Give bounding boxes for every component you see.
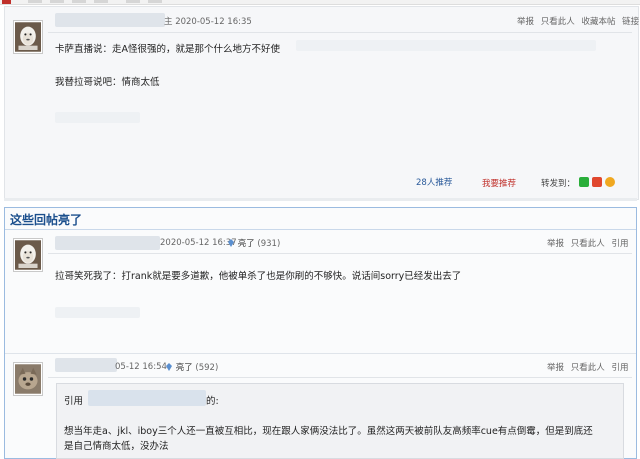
top-tab[interactable] [50,0,64,3]
report-link[interactable]: 举报 [547,363,564,373]
blurred-text [296,40,596,51]
light-badge[interactable]: 亮了 (592) [165,361,218,373]
quote-prefix: 引用 [64,396,84,407]
post-divider [4,198,637,201]
light-badge[interactable]: 亮了 (931) [227,237,280,249]
light-count: (592) [195,363,219,373]
main-post [4,6,639,200]
top-tab-strip [0,0,640,5]
cat-avatar-icon [15,364,41,394]
avatar[interactable] [13,362,43,396]
wechat-icon[interactable] [579,177,589,187]
share-icons [579,177,615,190]
weibo-icon[interactable] [591,177,602,187]
avatar[interactable] [13,238,43,272]
qzone-icon[interactable] [604,177,615,187]
reply-time: 05-12 16:54 [115,362,167,372]
quote-link[interactable]: 引用 [611,363,628,373]
avatar[interactable] [13,20,43,54]
top-tab[interactable] [148,0,162,3]
username[interactable] [55,236,160,250]
section-title: 这些回帖亮了 [10,213,83,227]
quote-suffix: 的: [206,396,219,407]
reply-text: 拉哥笑死我了：打rank就是要多道歉，他被单杀了也是你刷的不够快。说话间sorr… [55,271,462,282]
top-tab[interactable] [94,0,108,3]
quote-text-line-2: 是自己情商太低，没办法 [64,441,169,452]
reply-divider [5,353,636,354]
light-icon [166,363,172,371]
only-this-user-link[interactable]: 只看此人 [571,363,605,373]
only-this-user-link[interactable]: 只看此人 [541,17,575,27]
want-recommend-button[interactable]: 我要推荐 [482,177,516,189]
reply-actions: 举报 只看此人 引用 [543,237,628,249]
post-line-2: 我替拉哥说吧：情商太低 [55,77,160,88]
header-rule [48,253,632,254]
quoted-username[interactable] [88,390,206,406]
reply-actions: 举报 只看此人 引用 [543,361,628,373]
recommend-count[interactable]: 28人推荐 [416,176,452,188]
quote-link[interactable]: 引用 [611,239,628,249]
blurred-signature [55,307,140,318]
post-actions: 举报 只看此人 收藏本帖 链接 [513,15,639,27]
favorite-link[interactable]: 收藏本帖 [581,17,615,27]
share-label: 转发到： [541,179,576,189]
top-tab[interactable] [28,0,42,3]
reply-time: 2020-05-12 16:37 [160,238,237,248]
header-rule [48,32,632,33]
username[interactable] [55,13,165,27]
section-rule [5,229,636,230]
light-label: 亮了 [175,363,193,373]
report-link[interactable]: 举报 [547,239,564,249]
light-count: (931) [257,239,281,249]
monkey-avatar-icon [15,22,41,52]
post-line-1: 卡萨直播说：走A怪很强的，就是那个什么地方不好使 [55,44,280,55]
light-label: 亮了 [237,239,255,249]
only-this-user-link[interactable]: 只看此人 [571,239,605,249]
header-rule [48,377,632,378]
permalink-link[interactable]: 链接 [622,17,639,27]
blurred-signature [55,112,140,123]
username[interactable] [55,358,117,372]
monkey-avatar-icon [15,240,41,270]
light-icon [228,239,234,247]
top-tab-active[interactable] [2,0,11,4]
report-link[interactable]: 举报 [517,17,534,27]
quote-text-line-1: 想当年走a、jkl、iboy三个人还一直被互相比，现在跟人家俩没法比了。虽然这两… [64,426,593,437]
post-time: 主 2020-05-12 16:35 [164,17,252,27]
top-tab[interactable] [126,0,140,3]
top-tab[interactable] [72,0,86,3]
